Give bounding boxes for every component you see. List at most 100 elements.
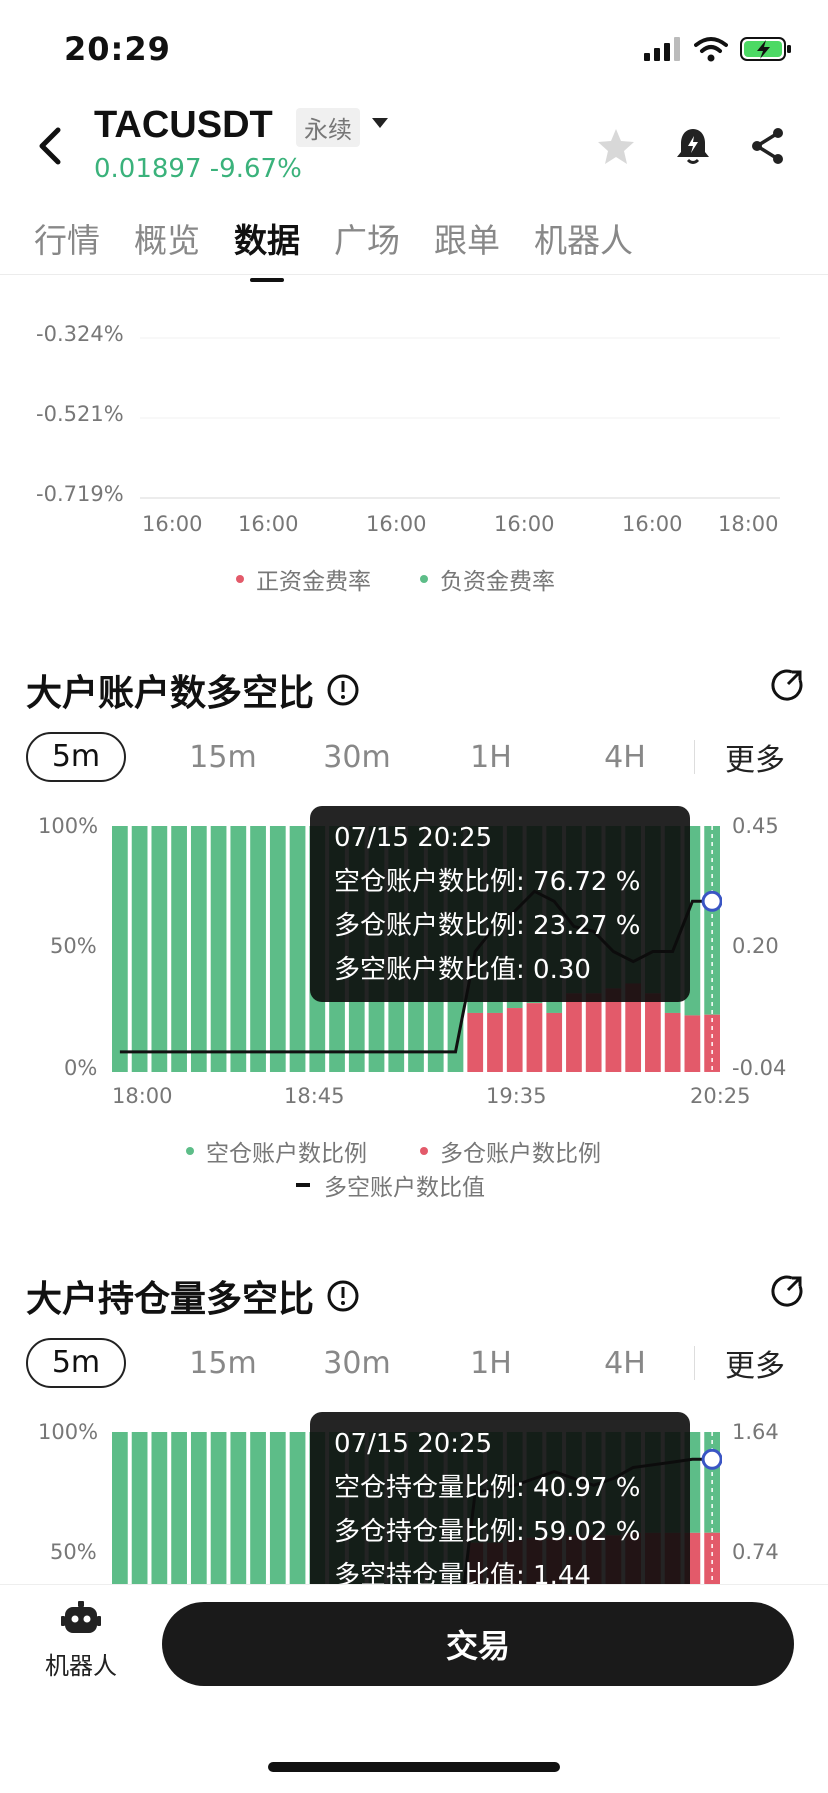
- tooltip-line: 空仓持仓量比例: 40.97 %: [334, 1473, 641, 1503]
- long-bar: [467, 1012, 484, 1072]
- long-bar: [585, 993, 602, 1072]
- period-more[interactable]: 更多: [725, 1341, 785, 1385]
- legend-label: 多空账户数比值: [324, 1175, 485, 1201]
- period-selector: 5m 15m 30m 1H 4H 更多: [26, 732, 785, 782]
- y-right-tick: -0.04: [732, 1056, 787, 1080]
- long-bar: [566, 993, 582, 1072]
- period-1h[interactable]: 1H: [424, 1346, 558, 1381]
- tab-square[interactable]: 广场: [334, 214, 400, 282]
- legend-item: 空仓账户数比例: [186, 1134, 367, 1168]
- x-tick: 18:45: [284, 1084, 345, 1108]
- robot-button[interactable]: 机器人: [36, 1600, 126, 1681]
- period-15m[interactable]: 15m: [156, 740, 290, 775]
- y-right-tick: 1.64: [732, 1420, 779, 1444]
- legend-line: [296, 1183, 310, 1187]
- period-5m[interactable]: 5m: [26, 1338, 126, 1388]
- period-4h[interactable]: 4H: [558, 740, 692, 775]
- short-bar: [112, 826, 128, 1072]
- cursor-marker: [701, 890, 722, 912]
- y-tick: -0.521%: [36, 402, 124, 426]
- legend-item: 负资金费率: [420, 562, 555, 596]
- battery-charging-icon: [740, 37, 791, 61]
- tooltip-line: 多仓账户数比例: 23.27 %: [334, 911, 641, 941]
- wifi-icon: [694, 37, 728, 62]
- tab-data[interactable]: 数据: [234, 214, 300, 282]
- x-tick: 19:35: [486, 1084, 547, 1108]
- external-link-icon[interactable]: [770, 668, 804, 702]
- info-icon[interactable]: [326, 673, 360, 707]
- home-indicator: [268, 1762, 560, 1772]
- y-left-tick: 100%: [38, 1420, 99, 1444]
- legend-dot: [186, 1147, 194, 1155]
- legend-dot: [236, 575, 244, 583]
- back-icon[interactable]: [30, 122, 70, 170]
- period-30m[interactable]: 30m: [290, 1346, 424, 1381]
- tab-copy-trading[interactable]: 跟单: [434, 214, 500, 282]
- long-bar: [526, 1003, 543, 1072]
- section-title: 大户持仓量多空比: [26, 1270, 360, 1322]
- short-bar: [230, 826, 247, 1072]
- y-left-tick: 50%: [50, 1540, 97, 1564]
- tab-market[interactable]: 行情: [34, 214, 100, 282]
- y-left-tick: 0%: [64, 1056, 98, 1080]
- long-bar: [664, 1012, 681, 1072]
- bell-alert-icon[interactable]: [674, 126, 712, 166]
- external-link-icon[interactable]: [770, 1274, 804, 1308]
- period-15m[interactable]: 15m: [156, 1346, 290, 1381]
- funding-gridlines: [140, 337, 780, 499]
- info-icon[interactable]: [326, 1279, 360, 1313]
- legend-label: 正资金费率: [256, 569, 371, 595]
- section-title: 大户账户数多空比: [26, 664, 360, 716]
- status-icons: [644, 36, 792, 62]
- period-5m[interactable]: 5m: [26, 732, 126, 782]
- last-price: 0.01897: [94, 154, 202, 184]
- legend-dot: [420, 1147, 428, 1155]
- tooltip-line: 多空账户数比值: 0.30: [334, 955, 591, 985]
- chevron-down-icon[interactable]: [372, 118, 388, 128]
- y-left-tick: 100%: [38, 814, 99, 838]
- short-bar: [131, 826, 148, 1072]
- period-4h[interactable]: 4H: [558, 1346, 692, 1381]
- pair-name[interactable]: TACUSDT: [94, 104, 273, 147]
- long-bar: [684, 1015, 701, 1072]
- period-1h[interactable]: 1H: [424, 740, 558, 775]
- star-icon[interactable]: [596, 126, 636, 166]
- x-tick: 16:00: [142, 512, 203, 536]
- section-title-text: 大户持仓量多空比: [26, 1279, 315, 1320]
- y-tick: -0.324%: [36, 322, 124, 346]
- tooltip-line: 空仓账户数比例: 76.72 %: [334, 867, 641, 897]
- y-right-tick: 0.20: [732, 934, 779, 958]
- legend-item: 多空账户数比值: [296, 1168, 485, 1202]
- y-right-tick: 0.45: [732, 814, 779, 838]
- divider: [0, 274, 828, 275]
- y-right-tick: 0.74: [732, 1540, 779, 1564]
- robot-icon: [61, 1601, 101, 1633]
- signal-icon: [644, 37, 680, 61]
- robot-label: 机器人: [45, 1652, 117, 1680]
- period-selector: 5m 15m 30m 1H 4H 更多: [26, 1338, 785, 1388]
- tooltip-line: 多仓持仓量比例: 59.02 %: [334, 1517, 641, 1547]
- x-tick: 18:00: [718, 512, 779, 536]
- tooltip-time: 07/15 20:25: [334, 1429, 493, 1459]
- chart-tooltip: 07/15 20:25 空仓账户数比例: 76.72 % 多仓账户数比例: 23…: [310, 806, 690, 1002]
- short-bar: [250, 826, 266, 1072]
- perpetual-badge: 永续: [296, 108, 360, 147]
- price-row: 0.01897 -9.67%: [94, 154, 302, 184]
- tab-bots[interactable]: 机器人: [534, 214, 633, 282]
- share-icon[interactable]: [750, 126, 786, 166]
- short-bar: [210, 826, 227, 1072]
- y-tick: -0.719%: [36, 482, 124, 506]
- y-left-tick: 50%: [50, 934, 97, 958]
- short-bar: [269, 826, 286, 1072]
- x-tick: 16:00: [622, 512, 683, 536]
- tab-bar: 行情 概览 数据 广场 跟单 机器人: [34, 214, 667, 282]
- legend-label: 多仓账户数比例: [440, 1141, 601, 1167]
- long-bar: [506, 1008, 523, 1072]
- tooltip-time: 07/15 20:25: [334, 823, 493, 853]
- period-more[interactable]: 更多: [725, 735, 785, 779]
- trade-button[interactable]: 交易: [162, 1602, 794, 1686]
- tab-overview[interactable]: 概览: [134, 214, 200, 282]
- long-bar: [487, 1012, 503, 1072]
- period-30m[interactable]: 30m: [290, 740, 424, 775]
- legend-dot: [420, 575, 428, 583]
